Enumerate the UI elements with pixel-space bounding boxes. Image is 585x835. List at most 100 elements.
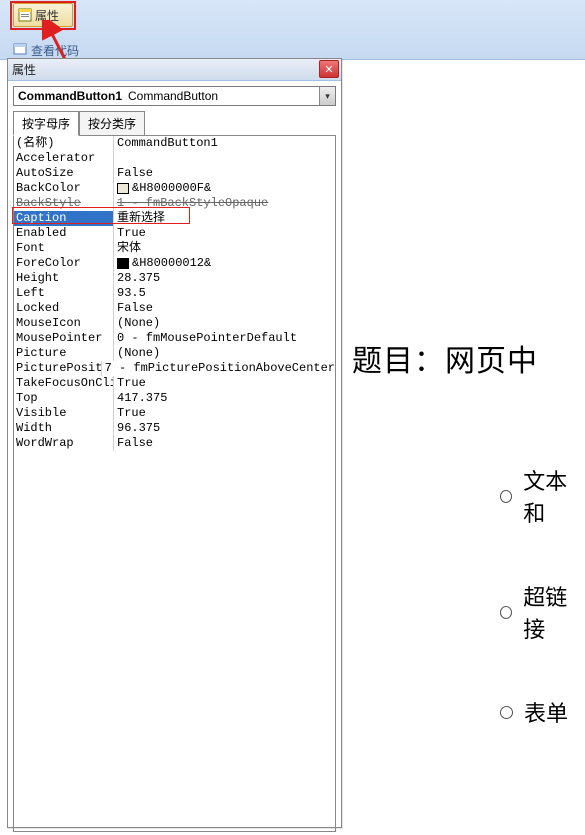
document-canvas: 题目：网页中 文本和 超链接 表单 重新选择 bbox=[352, 60, 585, 835]
property-row[interactable]: ForeColor&H80000012& bbox=[14, 256, 335, 271]
property-name: PicturePosition bbox=[14, 361, 102, 376]
property-name: TakeFocusOnClick bbox=[14, 376, 114, 391]
property-row[interactable]: Caption重新选择 bbox=[14, 211, 335, 226]
property-value-text: 宋体 bbox=[117, 241, 141, 256]
property-value[interactable]: 宋体 bbox=[114, 241, 335, 256]
view-code-label: 查看代码 bbox=[31, 42, 79, 59]
options-group: 文本和 超链接 表单 bbox=[500, 464, 585, 780]
property-row[interactable]: MouseIcon(None) bbox=[14, 316, 335, 331]
property-value[interactable]: &H8000000F& bbox=[114, 181, 335, 196]
option-label: 超链接 bbox=[523, 580, 585, 644]
property-value[interactable]: 1 - fmBackStyleOpaque bbox=[114, 196, 335, 211]
property-value[interactable]: (None) bbox=[114, 316, 335, 331]
property-row[interactable]: TakeFocusOnClickTrue bbox=[14, 376, 335, 391]
property-name: WordWrap bbox=[14, 436, 114, 451]
property-row[interactable]: PicturePosition7 - fmPicturePositionAbov… bbox=[14, 361, 335, 376]
property-name: MouseIcon bbox=[14, 316, 114, 331]
property-value[interactable]: True bbox=[114, 226, 335, 241]
property-name: BackStyle bbox=[14, 196, 114, 211]
sort-tabs: 按字母序 按分类序 bbox=[8, 110, 341, 135]
tab-categorized[interactable]: 按分类序 bbox=[79, 111, 145, 136]
property-row[interactable]: AutoSizeFalse bbox=[14, 166, 335, 181]
properties-title: 属性 bbox=[12, 61, 36, 78]
property-row[interactable]: EnabledTrue bbox=[14, 226, 335, 241]
dropdown-arrow-icon[interactable] bbox=[319, 87, 335, 105]
close-icon: ✕ bbox=[324, 63, 333, 76]
color-swatch-icon bbox=[117, 183, 129, 194]
property-row[interactable]: BackStyle1 - fmBackStyleOpaque bbox=[14, 196, 335, 211]
property-value-text: 96.375 bbox=[117, 421, 160, 436]
property-row[interactable]: Picture(None) bbox=[14, 346, 335, 361]
property-value-text: 417.375 bbox=[117, 391, 167, 406]
property-name: Width bbox=[14, 421, 114, 436]
property-value-text: False bbox=[117, 301, 153, 316]
property-value-text: 0 - fmMousePointerDefault bbox=[117, 331, 297, 346]
property-row[interactable]: Top417.375 bbox=[14, 391, 335, 406]
property-value[interactable]: 28.375 bbox=[114, 271, 335, 286]
radio-option[interactable]: 表单 bbox=[500, 696, 585, 728]
property-value-text: 93.5 bbox=[117, 286, 146, 301]
property-name: Top bbox=[14, 391, 114, 406]
property-row[interactable]: VisibleTrue bbox=[14, 406, 335, 421]
properties-titlebar[interactable]: 属性 ✕ bbox=[8, 59, 341, 81]
property-value[interactable]: &H80000012& bbox=[114, 256, 335, 271]
property-value-text: 1 - fmBackStyleOpaque bbox=[117, 196, 268, 211]
close-button[interactable]: ✕ bbox=[319, 60, 339, 78]
property-name: MousePointer bbox=[14, 331, 114, 346]
property-value[interactable]: 重新选择 bbox=[114, 211, 335, 226]
property-name: Accelerator bbox=[14, 151, 114, 166]
property-row[interactable]: BackColor&H8000000F& bbox=[14, 181, 335, 196]
property-value-text: 28.375 bbox=[117, 271, 160, 286]
property-row[interactable]: Left93.5 bbox=[14, 286, 335, 301]
property-value[interactable]: False bbox=[114, 301, 335, 316]
property-value-text: False bbox=[117, 166, 153, 181]
property-value-text: 7 - fmPicturePositionAboveCenter bbox=[105, 361, 335, 376]
radio-icon[interactable] bbox=[500, 706, 513, 719]
property-row[interactable]: LockedFalse bbox=[14, 301, 335, 316]
property-row[interactable]: Height28.375 bbox=[14, 271, 335, 286]
property-row[interactable]: (名称)CommandButton1 bbox=[14, 136, 335, 151]
annotation-redbox-top bbox=[10, 1, 76, 30]
property-value[interactable] bbox=[114, 151, 335, 166]
property-row[interactable]: WordWrapFalse bbox=[14, 436, 335, 451]
properties-window: 属性 ✕ CommandButton1 CommandButton 按字母序 按… bbox=[7, 58, 342, 828]
property-value[interactable]: False bbox=[114, 166, 335, 181]
property-row[interactable]: Width96.375 bbox=[14, 421, 335, 436]
property-value[interactable]: 7 - fmPicturePositionAboveCenter bbox=[102, 361, 335, 376]
property-row[interactable]: MousePointer0 - fmMousePointerDefault bbox=[14, 331, 335, 346]
object-selector[interactable]: CommandButton1 CommandButton bbox=[13, 86, 336, 106]
view-code-button[interactable]: 查看代码 bbox=[13, 42, 79, 59]
tab-alphabetical[interactable]: 按字母序 bbox=[13, 111, 79, 136]
property-value[interactable]: False bbox=[114, 436, 335, 451]
property-value-text: (None) bbox=[117, 316, 160, 331]
object-type: CommandButton bbox=[126, 89, 218, 103]
property-name: Enabled bbox=[14, 226, 114, 241]
radio-icon[interactable] bbox=[500, 606, 512, 619]
property-value-text: True bbox=[117, 226, 146, 241]
property-name: Left bbox=[14, 286, 114, 301]
option-label: 表单 bbox=[524, 696, 568, 728]
property-name: AutoSize bbox=[14, 166, 114, 181]
radio-icon[interactable] bbox=[500, 490, 512, 503]
property-value[interactable]: 96.375 bbox=[114, 421, 335, 436]
property-value[interactable]: True bbox=[114, 406, 335, 421]
color-swatch-icon bbox=[117, 258, 129, 269]
radio-option[interactable]: 文本和 bbox=[500, 464, 585, 528]
property-row[interactable]: Font宋体 bbox=[14, 241, 335, 256]
property-row[interactable]: Accelerator bbox=[14, 151, 335, 166]
property-value[interactable]: CommandButton1 bbox=[114, 136, 335, 151]
property-name: ForeColor bbox=[14, 256, 114, 271]
property-value-text: True bbox=[117, 406, 146, 421]
property-value-text: True bbox=[117, 376, 146, 391]
property-value[interactable]: 0 - fmMousePointerDefault bbox=[114, 331, 335, 346]
property-value-text: &H80000012& bbox=[132, 256, 211, 271]
radio-option[interactable]: 超链接 bbox=[500, 580, 585, 644]
property-value[interactable]: (None) bbox=[114, 346, 335, 361]
property-name: Height bbox=[14, 271, 114, 286]
property-value[interactable]: 93.5 bbox=[114, 286, 335, 301]
property-value[interactable]: 417.375 bbox=[114, 391, 335, 406]
property-name: Font bbox=[14, 241, 114, 256]
property-grid[interactable]: (名称)CommandButton1AcceleratorAutoSizeFal… bbox=[13, 135, 336, 832]
property-value[interactable]: True bbox=[114, 376, 335, 391]
property-value-text: 重新选择 bbox=[117, 211, 165, 226]
